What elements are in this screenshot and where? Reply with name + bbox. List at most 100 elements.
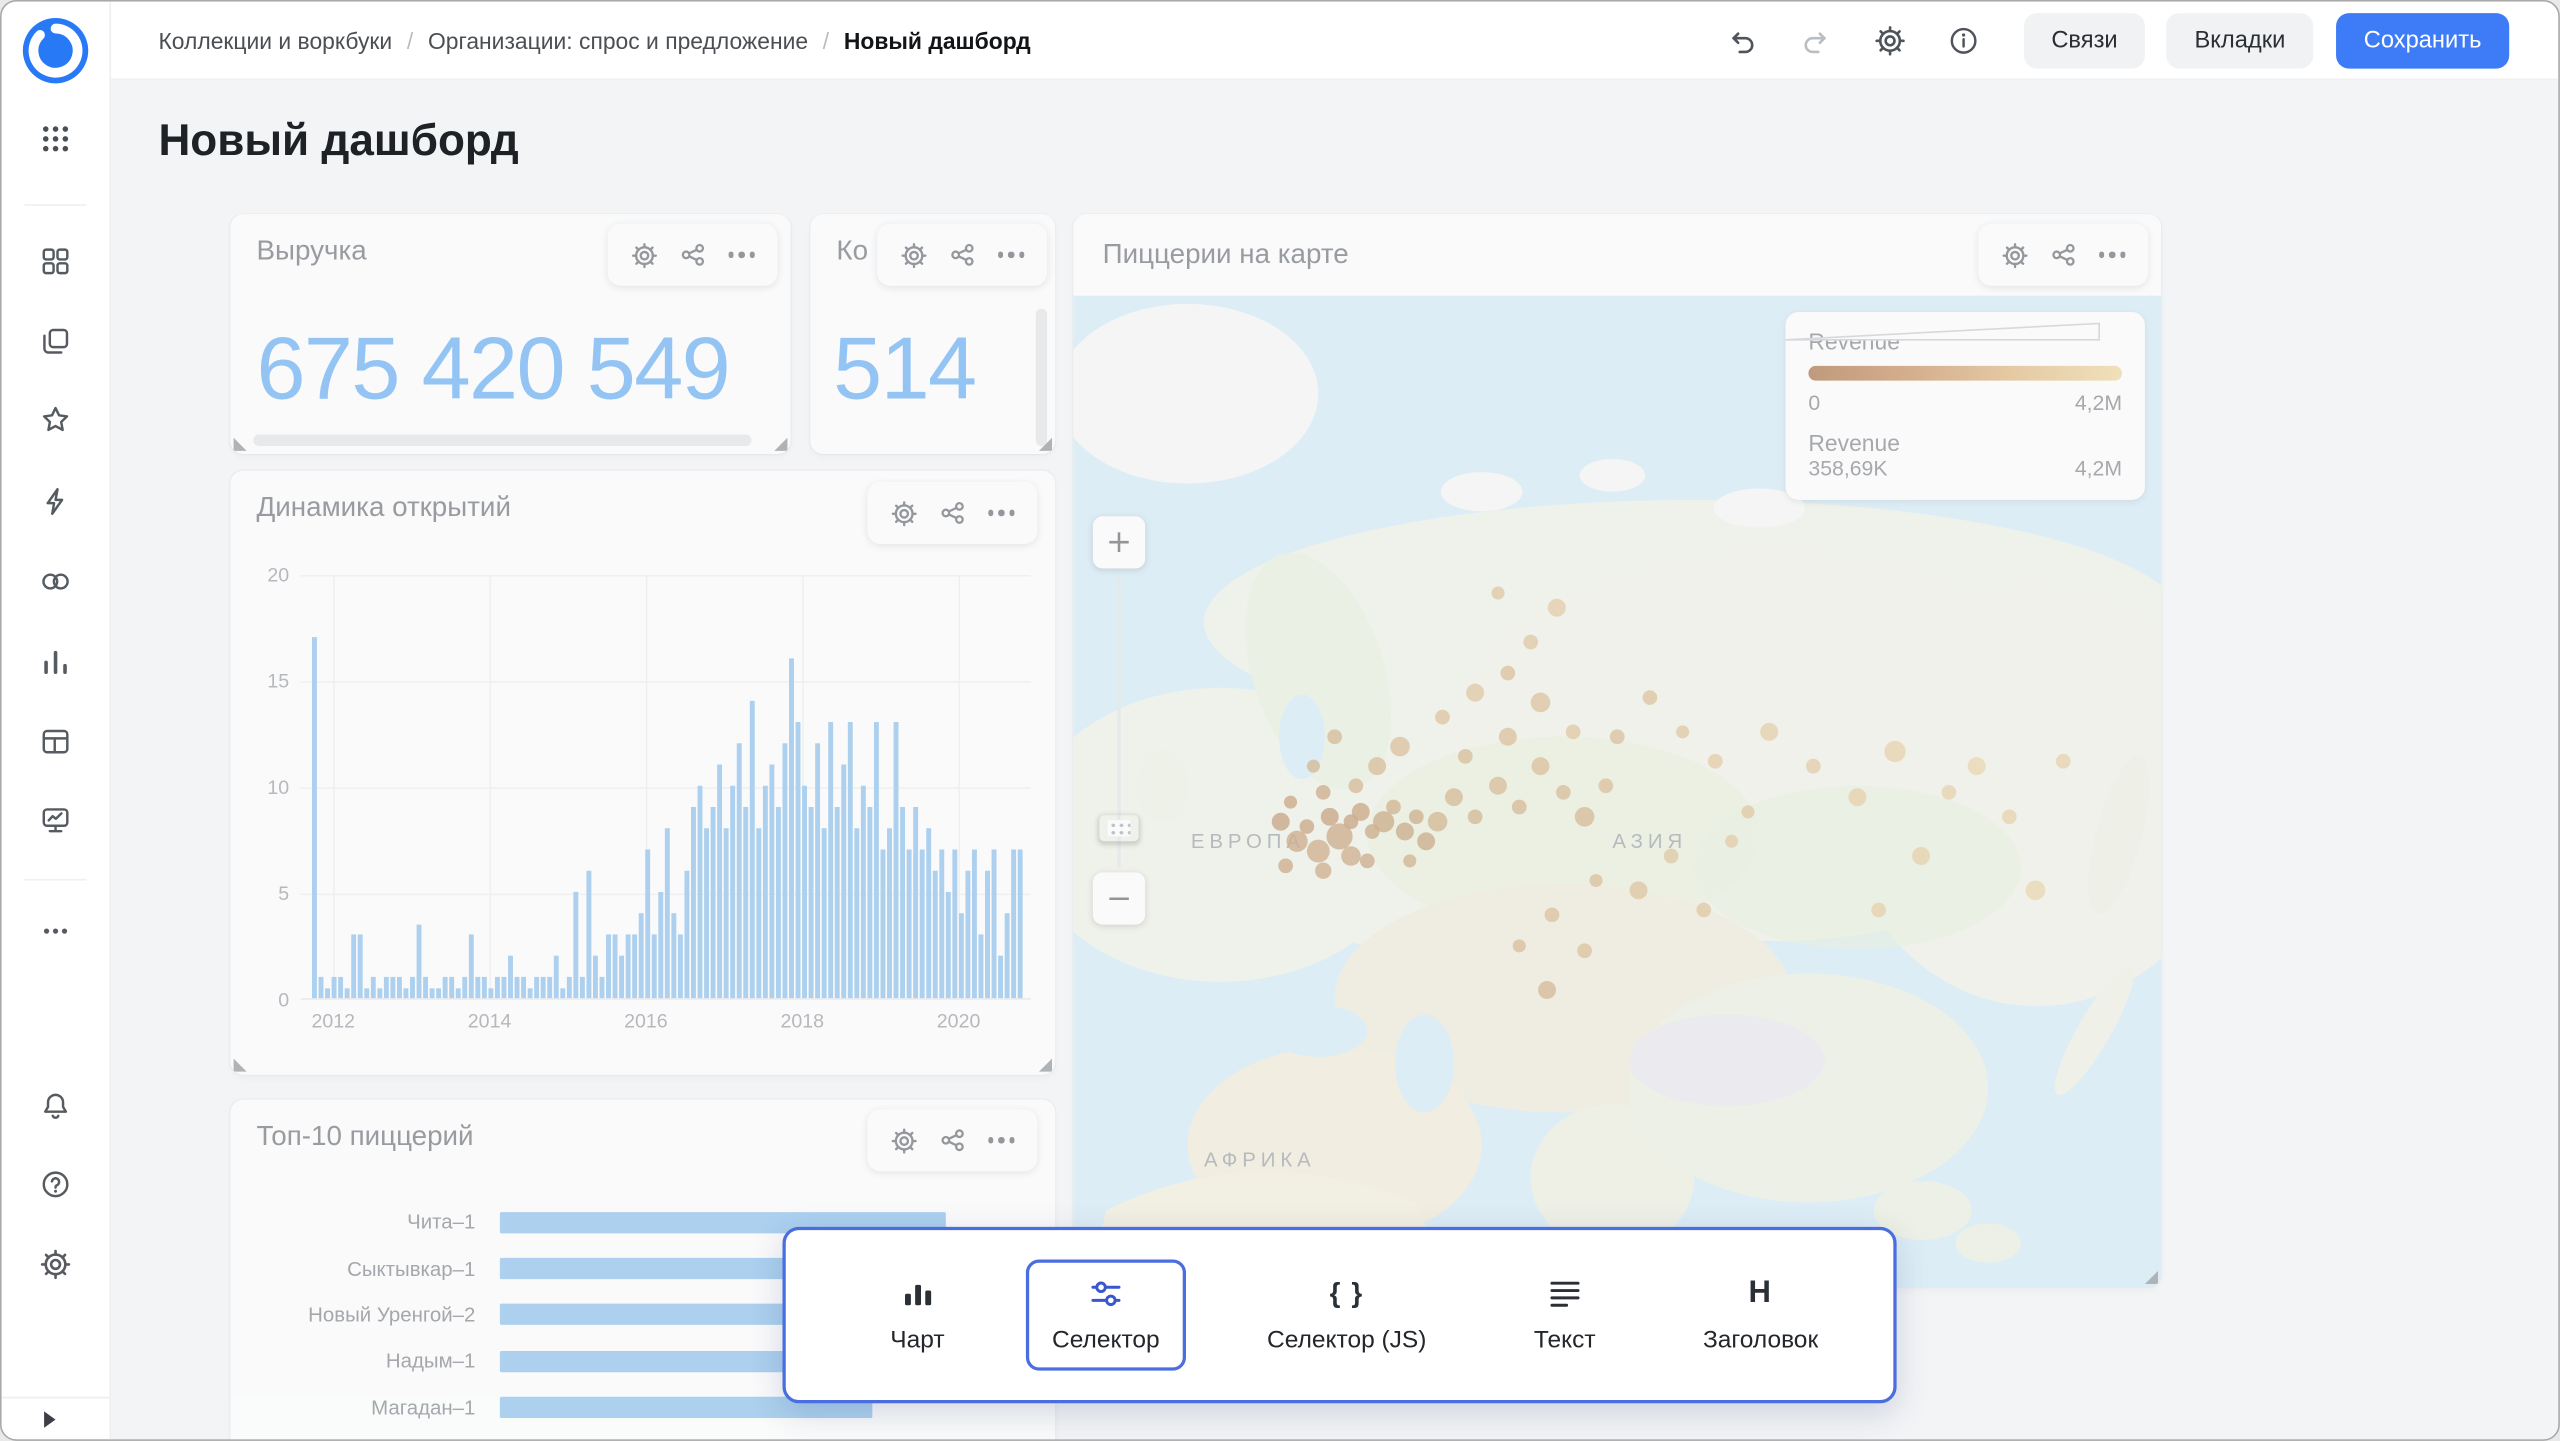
sidebar-item-more[interactable] — [26, 902, 85, 961]
topbar: Коллекции и воркбуки / Организации: спро… — [111, 2, 2558, 80]
breadcrumb-workbook[interactable]: Организации: спрос и предложение — [428, 27, 808, 53]
horizontal-scrollbar[interactable] — [253, 435, 751, 446]
sidebar-item-dashboards[interactable] — [26, 232, 85, 291]
dynamics-bar — [632, 934, 636, 998]
dynamics-bar — [802, 786, 806, 998]
map-marker — [1577, 943, 1592, 958]
share-icon — [949, 242, 975, 268]
sidebar-item-charts[interactable] — [26, 632, 85, 691]
sidebar-item-tables[interactable] — [26, 712, 85, 771]
sidebar-item-help[interactable] — [26, 1155, 85, 1214]
gear-icon — [889, 499, 917, 527]
widget-links-button[interactable] — [2039, 230, 2088, 279]
zoom-out-button[interactable]: − — [1093, 872, 1145, 924]
sidebar-item-automation[interactable] — [26, 472, 85, 531]
widget-settings-button[interactable] — [619, 230, 668, 279]
undo-button[interactable] — [1716, 14, 1768, 66]
widget-settings-button[interactable] — [1990, 230, 2039, 279]
toolbar-item-text[interactable]: Текст — [1508, 1260, 1622, 1371]
dynamics-bar — [874, 722, 878, 998]
resize-handle[interactable] — [234, 438, 247, 451]
map[interactable]: ЕВРОПА АЗИЯ АФРИКА + − Revenue 0 4,2M — [1073, 296, 2161, 1288]
widget-more-button[interactable] — [977, 488, 1026, 537]
dynamics-bar — [1005, 913, 1009, 998]
widget-more-button[interactable] — [977, 1116, 1026, 1165]
resize-handle[interactable] — [234, 1059, 247, 1072]
sidebar-item-collections[interactable] — [26, 312, 85, 371]
dynamics-bar — [547, 977, 551, 998]
dynamics-widget: Динамика открытий — [230, 470, 1055, 1074]
dynamics-bar — [763, 786, 767, 998]
share-icon — [939, 500, 965, 526]
save-button[interactable]: Сохранить — [2336, 12, 2509, 68]
dynamics-bar — [332, 977, 336, 998]
datalens-logo[interactable] — [20, 15, 92, 87]
dynamics-bar — [684, 871, 688, 998]
text-lines-icon — [1547, 1276, 1583, 1312]
widget-links-button[interactable] — [668, 230, 717, 279]
map-marker — [1271, 812, 1289, 830]
gear-icon — [899, 241, 927, 269]
dynamics-bar — [515, 977, 519, 998]
resize-handle[interactable] — [2145, 1271, 2158, 1284]
widget-more-button[interactable] — [2088, 230, 2137, 279]
apps-grid-button[interactable] — [26, 109, 85, 168]
redo-button[interactable] — [1790, 14, 1842, 66]
expand-icon[interactable] — [44, 1411, 55, 1427]
widget-links-button[interactable] — [928, 1116, 977, 1165]
dynamics-bar — [972, 849, 976, 998]
dynamics-bar — [848, 722, 852, 998]
dashboard-settings-button[interactable] — [1863, 14, 1915, 66]
widget-more-button[interactable] — [717, 230, 766, 279]
map-marker — [1489, 778, 1507, 796]
dynamics-bar — [469, 934, 473, 998]
breadcrumb-current: Новый дашборд — [844, 27, 1031, 53]
dynamics-bar — [652, 934, 656, 998]
dynamics-bar — [894, 722, 898, 998]
sidebar-item-settings[interactable] — [26, 1235, 85, 1294]
widget-title: Ко — [836, 235, 868, 268]
widget-links-button[interactable] — [938, 230, 987, 279]
toolbar-item-header[interactable]: H Заголовок — [1677, 1260, 1844, 1371]
resize-handle[interactable] — [774, 438, 787, 451]
map-marker — [1548, 599, 1566, 617]
toolbar-item-chart[interactable]: Чарт — [864, 1260, 971, 1371]
map-marker — [1468, 809, 1483, 824]
info-button[interactable] — [1937, 14, 1989, 66]
sidebar-item-favorites[interactable] — [26, 390, 85, 449]
chart-icon — [899, 1276, 935, 1312]
resize-handle[interactable] — [1039, 438, 1052, 451]
dynamics-bar — [534, 977, 538, 998]
zoom-slider-handle[interactable] — [1098, 814, 1140, 843]
map-marker — [1664, 849, 1679, 864]
share-icon — [680, 242, 706, 268]
map-marker — [1566, 725, 1581, 740]
toolbar-item-selector-js[interactable]: { } Селектор (JS) — [1241, 1260, 1453, 1371]
breadcrumb-separator: / — [407, 27, 413, 53]
map-marker — [1373, 811, 1394, 832]
links-button[interactable]: Связи — [2024, 12, 2146, 68]
tabs-button[interactable]: Вкладки — [2167, 12, 2313, 68]
legend-size-wedge — [1786, 322, 2145, 510]
dynamics-bar — [809, 807, 813, 998]
toolbar-item-selector[interactable]: Селектор — [1026, 1260, 1186, 1371]
map-marker — [1316, 784, 1331, 799]
widget-more-button[interactable] — [987, 230, 1036, 279]
info-icon — [1947, 24, 1980, 57]
map-marker — [1538, 981, 1556, 999]
sidebar-item-notifications[interactable] — [26, 1077, 85, 1136]
dynamics-bar — [528, 988, 532, 999]
map-marker — [1360, 854, 1375, 869]
widget-title: Пиццерии на карте — [1103, 239, 1349, 272]
widget-settings-button[interactable] — [879, 488, 928, 537]
vertical-scrollbar[interactable] — [1036, 309, 1047, 446]
breadcrumb-collections[interactable]: Коллекции и воркбуки — [158, 27, 392, 53]
dynamics-bar — [390, 977, 394, 998]
sidebar-item-editor[interactable] — [26, 791, 85, 850]
widget-settings-button[interactable] — [879, 1116, 928, 1165]
resize-handle[interactable] — [1039, 1059, 1052, 1072]
widget-links-button[interactable] — [928, 488, 977, 537]
zoom-in-button[interactable]: + — [1093, 516, 1145, 568]
sidebar-item-pairs[interactable] — [26, 552, 85, 611]
widget-settings-button[interactable] — [889, 230, 938, 279]
